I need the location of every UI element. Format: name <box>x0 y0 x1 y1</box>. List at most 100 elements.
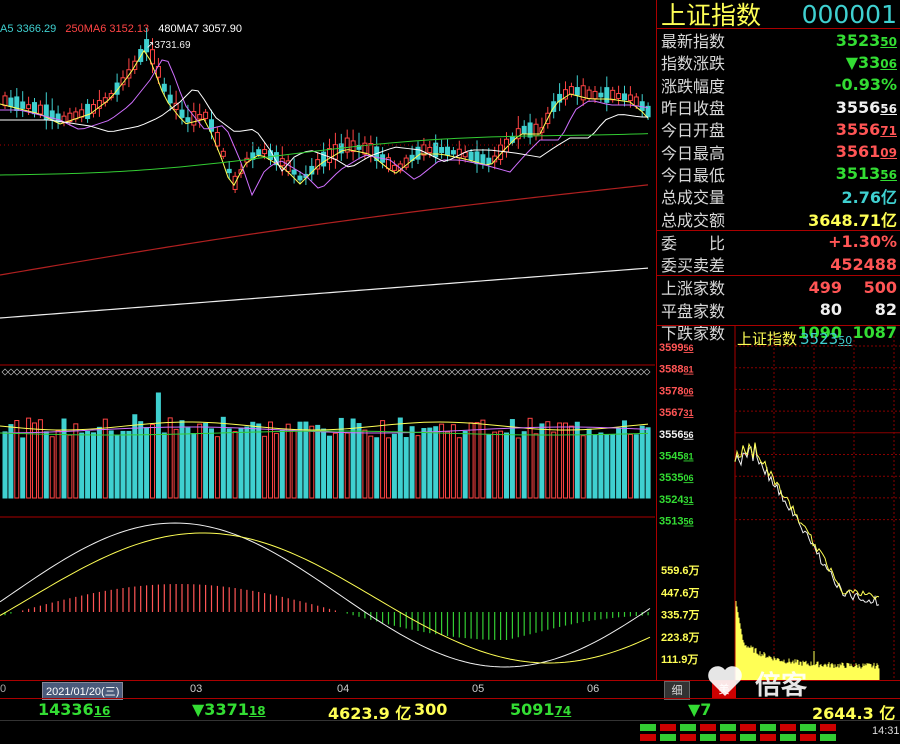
volume-bar <box>20 437 26 499</box>
quote-label: 指数涨跌 <box>661 54 726 74</box>
tray-indicator <box>800 724 816 731</box>
volume-bar <box>633 434 639 499</box>
quote-label: 今日最低 <box>661 165 726 185</box>
intraday-chart[interactable]: 上证指数 352350 359956 358881 357806 356731 35565… <box>656 325 900 681</box>
volume-bar <box>445 431 450 499</box>
candle <box>586 89 592 99</box>
candle <box>592 90 598 100</box>
candle <box>268 150 273 160</box>
tray-indicator <box>720 724 736 731</box>
order-ratio-rows: 委 比 +1.30% 委买卖差 452488 <box>657 229 900 276</box>
quote-label: 涨跌幅度 <box>661 76 726 96</box>
panel-header: 上证指数 000001 <box>657 0 900 30</box>
volume-bar <box>120 430 126 499</box>
volume-bar <box>545 421 551 499</box>
quote-value: 355671 <box>835 119 897 139</box>
quote-row: 指数涨跌 ▼3306 <box>657 51 900 74</box>
volume-bar <box>268 421 273 499</box>
volume-bar <box>262 435 268 499</box>
separator-mark <box>295 368 303 376</box>
index2-name: 300 <box>414 700 448 719</box>
intraday-price-label: 354581 <box>659 451 694 463</box>
quote-panel: 上证指数 000001 最新指数 352350 指数涨跌 ▼3306 涨跌幅度 -0.93… <box>656 0 900 343</box>
volume-bar <box>102 418 108 499</box>
volume-bar <box>515 437 521 499</box>
breadth-value-2: 500 <box>863 277 897 297</box>
tray-indicator <box>640 734 656 741</box>
volume-bar <box>604 434 610 499</box>
x-label-05: 05 <box>472 683 485 695</box>
separator-mark <box>13 368 21 376</box>
volume-bar <box>185 427 191 499</box>
kline-chart-area[interactable]: A5 3366.29 250MA6 3152.13 480MA7 3057.90… <box>0 0 655 680</box>
quote-row: 涨跌幅度 -0.93% <box>657 74 900 96</box>
intraday-price-label: 359956 <box>659 342 694 354</box>
intraday-price-label: 357806 <box>659 385 694 397</box>
volume-bar <box>374 437 380 499</box>
volume-bar <box>37 419 43 499</box>
separator-mark <box>595 368 603 376</box>
separator-mark <box>625 368 633 376</box>
volume-bar <box>2 431 8 499</box>
separator-mark <box>37 368 45 376</box>
intraday-price-line <box>734 443 880 606</box>
x-label-04: 04 <box>337 683 350 695</box>
separator-mark <box>19 368 27 376</box>
separator-mark <box>637 368 645 376</box>
volume-bar <box>498 430 504 499</box>
separator-mark <box>511 368 519 376</box>
separator-mark <box>199 368 207 376</box>
separator-mark <box>409 368 417 376</box>
volume-bar <box>291 429 297 499</box>
heart-logo-icon <box>708 666 742 696</box>
separator-mark <box>319 368 327 376</box>
intraday-volume-label: 335.7万 <box>661 609 700 622</box>
volume-bar <box>344 432 350 499</box>
separator-mark <box>553 368 561 376</box>
separator-mark <box>355 368 363 376</box>
volume-bar <box>362 429 368 499</box>
volume-bar <box>273 432 279 499</box>
quote-row: 今日开盘 355671 <box>657 118 900 141</box>
volume-bar <box>509 419 515 499</box>
intraday-volume-label: 111.9万 <box>661 653 698 666</box>
candle <box>2 95 8 107</box>
breadth-value-1: 80 <box>819 300 842 320</box>
volume-bar <box>616 427 622 499</box>
separator-mark <box>343 368 351 376</box>
watermark-logo: 倍客 <box>705 661 825 701</box>
separator-mark <box>445 368 453 376</box>
volume-bar <box>622 420 627 499</box>
volume-bar <box>397 417 403 499</box>
volume-bar <box>415 435 421 499</box>
separator-mark <box>307 368 315 376</box>
separator-mark <box>301 368 309 376</box>
breadth-value-1: 499 <box>808 277 842 297</box>
candle <box>185 117 191 123</box>
separator-mark <box>589 368 597 376</box>
volume-bar <box>563 422 568 499</box>
separator-mark <box>331 368 339 376</box>
candle <box>8 97 14 107</box>
index2-value: 509174 <box>510 700 572 719</box>
ma-line-purple <box>0 59 649 197</box>
volume-bar <box>179 420 185 499</box>
separator-mark <box>265 368 273 376</box>
volume-bar <box>138 421 144 499</box>
intraday-volume-label: 223.8万 <box>661 631 700 644</box>
separator-mark <box>373 368 381 376</box>
volume-bar <box>150 424 155 499</box>
volume-bar <box>598 432 604 499</box>
volume-bar <box>533 433 539 499</box>
volume-bar <box>338 417 344 499</box>
separator-mark <box>571 368 579 376</box>
volume-bar <box>380 420 386 499</box>
quote-row: 最新指数 352350 <box>657 29 900 52</box>
quote-label: 今日最高 <box>661 143 726 163</box>
order-row: 委 比 +1.30% <box>657 231 900 253</box>
candle <box>226 168 232 174</box>
candle <box>604 87 610 103</box>
volume-bar <box>456 437 462 499</box>
candle <box>468 151 474 161</box>
volume-bar <box>450 424 456 499</box>
